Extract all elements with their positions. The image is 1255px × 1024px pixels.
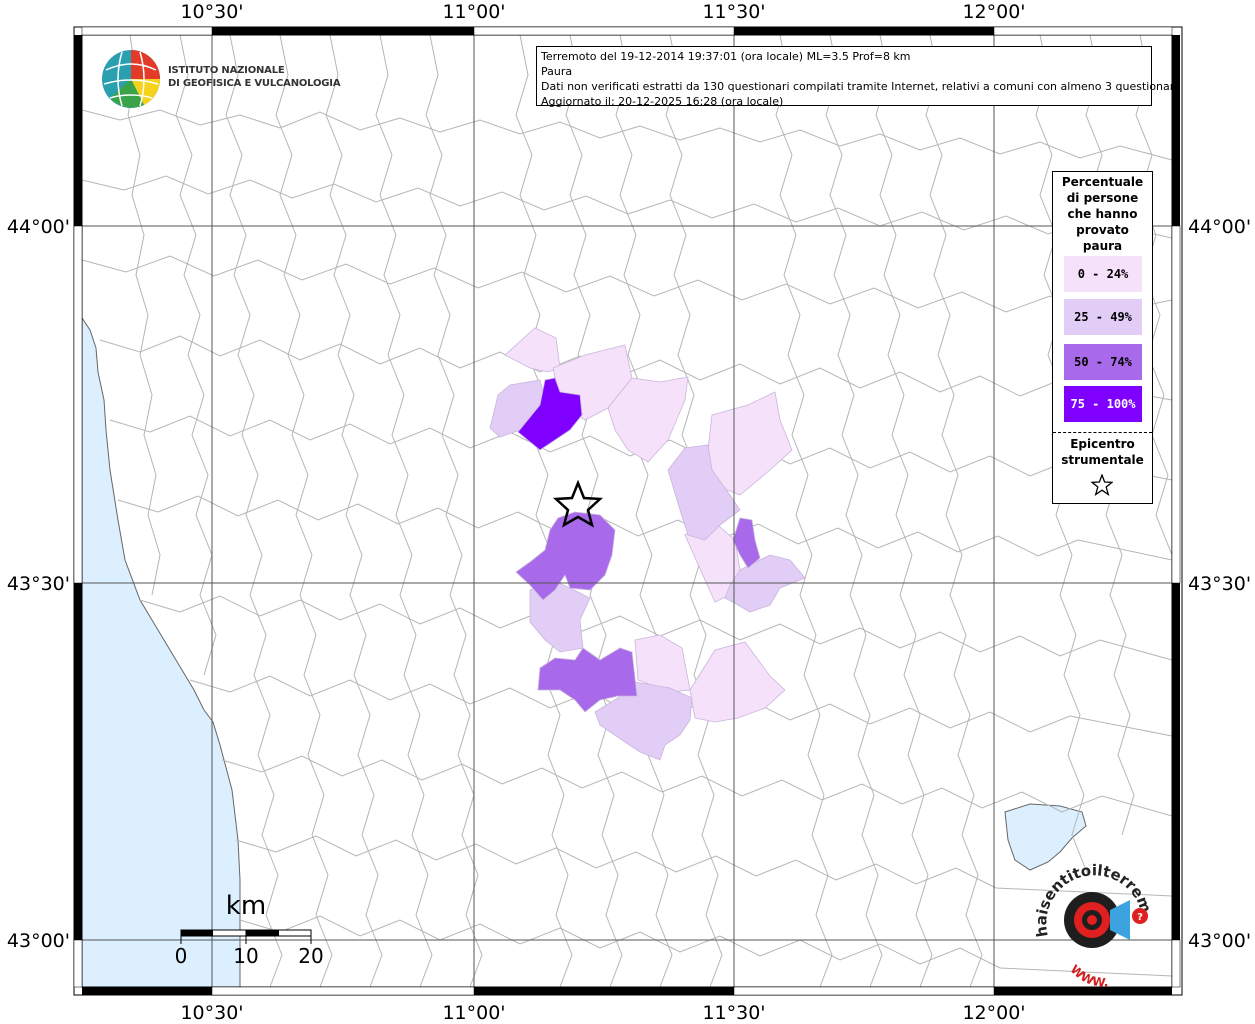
scale-tick-label: 10 bbox=[233, 944, 258, 968]
parameter-line: Paura bbox=[541, 65, 573, 78]
updated-line: Aggiornato il: 20-12-2025 16:28 (ora loc… bbox=[541, 95, 784, 108]
sea bbox=[82, 317, 241, 987]
legend-title: Percentuale di persone che hanno provato… bbox=[1061, 175, 1144, 253]
legend-class-0-24: 0 - 24% bbox=[1064, 256, 1142, 292]
data-note-line: Dati non verificati estratti da 130 ques… bbox=[541, 80, 1181, 93]
lat-label-right: 43°00' bbox=[1188, 930, 1251, 952]
lat-label-left: 43°30' bbox=[7, 573, 70, 595]
legend-class-25-49: 25 - 49% bbox=[1064, 299, 1142, 335]
comune-0-24 bbox=[707, 391, 793, 496]
svg-text:WWW.: WWW. bbox=[1068, 962, 1109, 988]
ingv-line-2: DI GEOFISICA E VULCANOLOGIA bbox=[168, 78, 341, 89]
event-line: Terremoto del 19-12-2014 19:37:01 (ora l… bbox=[541, 50, 911, 63]
municipal-borders bbox=[82, 35, 1172, 987]
ingv-name: ISTITUTO NAZIONALE DI GEOFISICA E VULCAN… bbox=[168, 64, 341, 90]
lon-label-top: 10°30' bbox=[180, 1, 243, 23]
lon-label-bottom: 12°00' bbox=[962, 1002, 1025, 1024]
legend-epicenter-title: Epicentro strumentale bbox=[1061, 437, 1144, 467]
haisentitoilterremoto-logo-icon: haisentitoilterremoto.it WWW. ? bbox=[1030, 858, 1155, 988]
legend-class-75-100: 75 - 100% bbox=[1064, 386, 1142, 422]
legend-class-50-74: 50 - 74% bbox=[1064, 344, 1142, 380]
scale-tick-label: 0 bbox=[175, 944, 188, 968]
legend-separator bbox=[1053, 432, 1152, 433]
lon-label-bottom: 10°30' bbox=[180, 1002, 243, 1024]
ingv-line-1: ISTITUTO NAZIONALE bbox=[168, 65, 285, 76]
scale-tick-label: 20 bbox=[298, 944, 323, 968]
lat-label-right: 43°30' bbox=[1188, 573, 1251, 595]
ingv-globe-icon bbox=[102, 50, 161, 108]
star-icon bbox=[1091, 474, 1113, 496]
lon-label-top: 12°00' bbox=[962, 1, 1025, 23]
comune-0-24 bbox=[504, 327, 561, 373]
scale-unit: km bbox=[226, 891, 266, 921]
graticule bbox=[82, 35, 1172, 987]
lat-label-right: 44°00' bbox=[1188, 216, 1251, 238]
svg-text:?: ? bbox=[1137, 912, 1143, 923]
lon-label-bottom: 11°30' bbox=[702, 1002, 765, 1024]
legend: Percentuale di persone che hanno provato… bbox=[1052, 171, 1153, 504]
hsit-logo-www: WWW. bbox=[1068, 962, 1109, 988]
lat-label-left: 43°00' bbox=[7, 930, 70, 952]
lon-label-bottom: 11°00' bbox=[442, 1002, 505, 1024]
lon-label-top: 11°30' bbox=[702, 1, 765, 23]
lon-label-top: 11°00' bbox=[442, 1, 505, 23]
lat-label-left: 44°00' bbox=[7, 216, 70, 238]
event-info-box: Terremoto del 19-12-2014 19:37:01 (ora l… bbox=[536, 46, 1181, 108]
